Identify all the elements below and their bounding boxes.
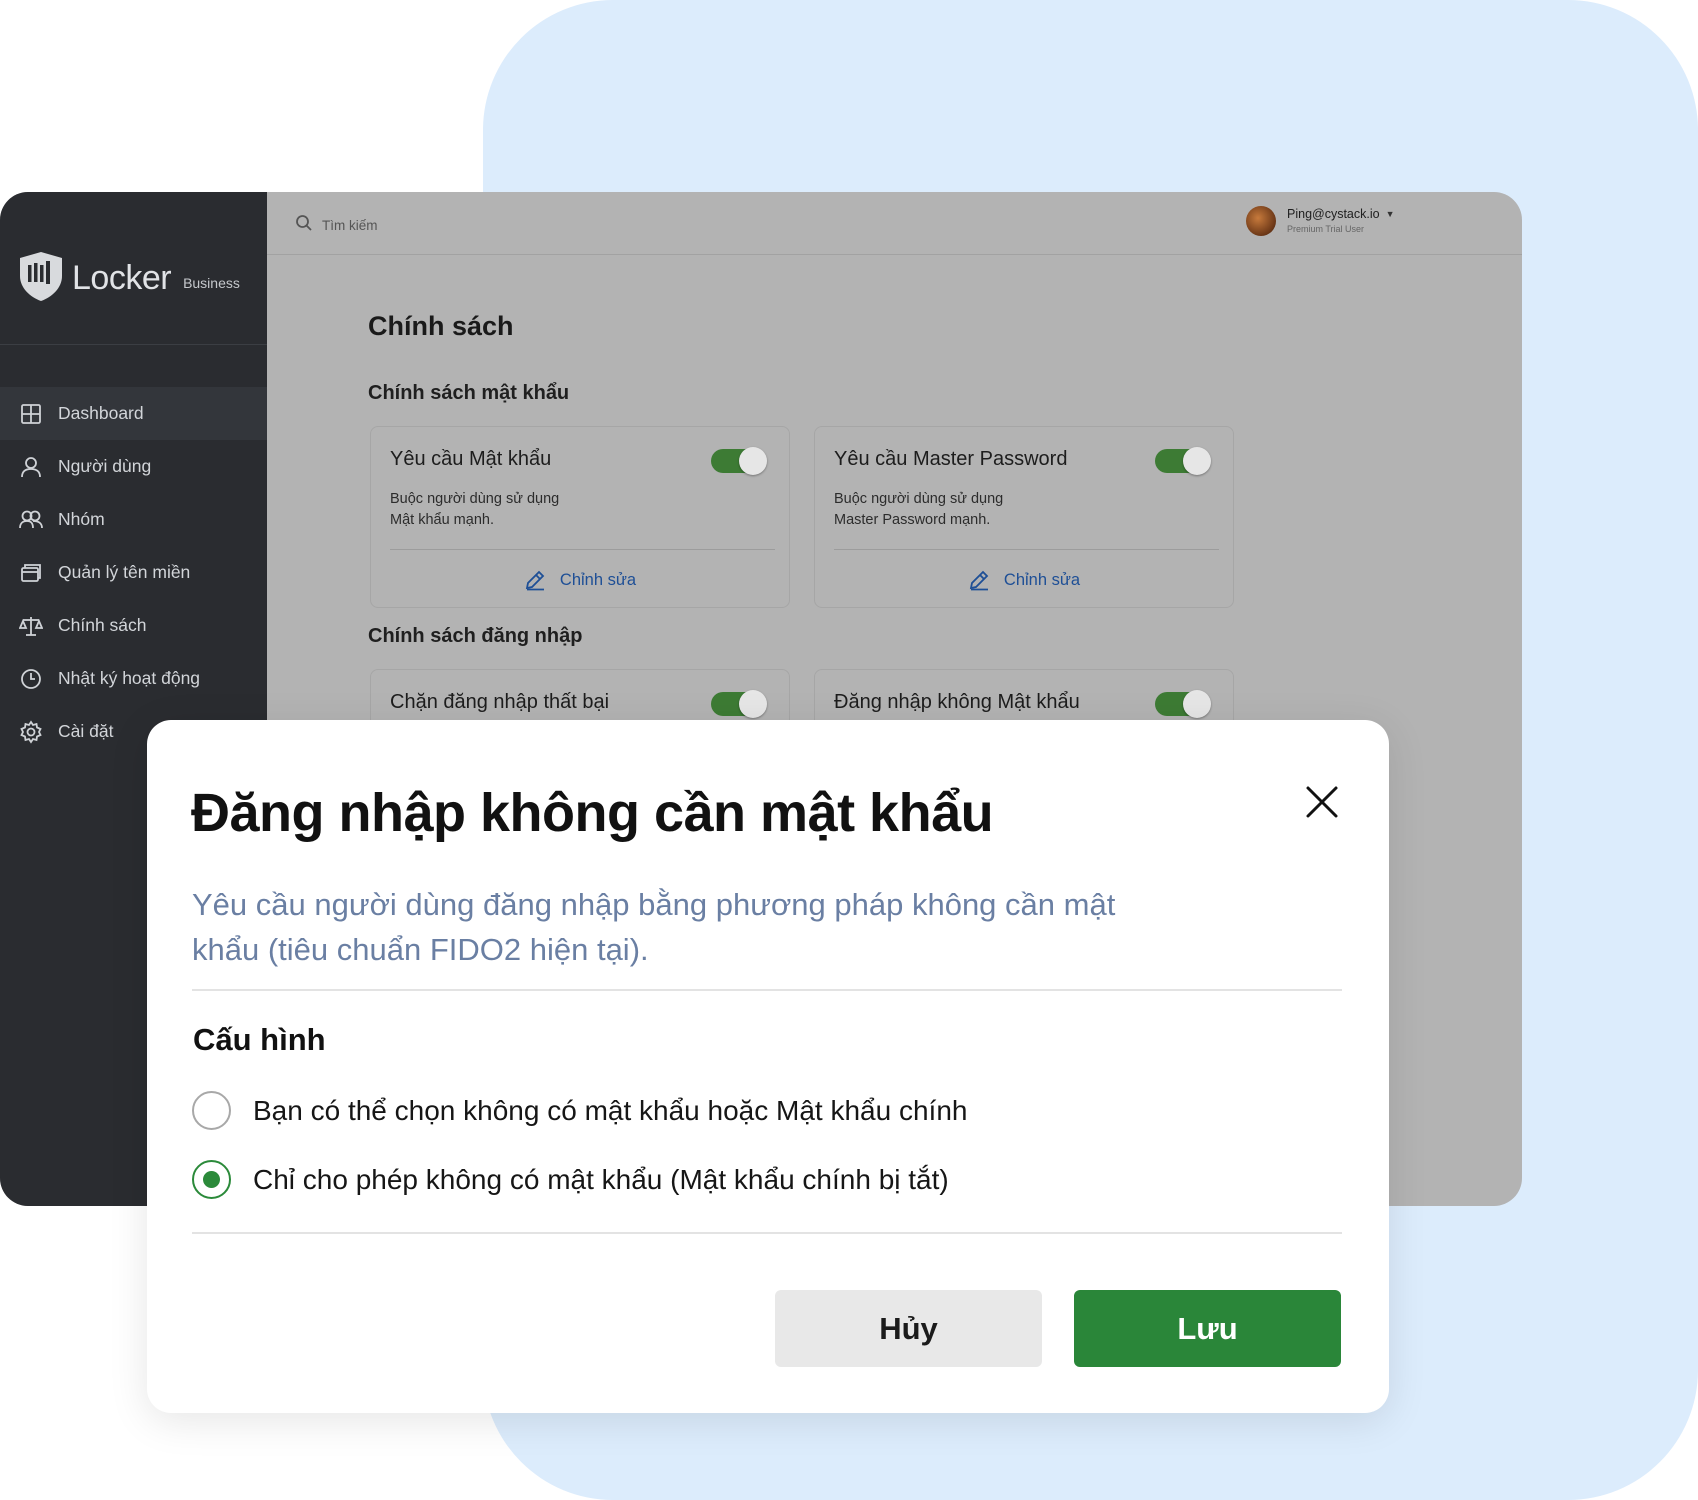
policy-toggle[interactable]: [1155, 447, 1211, 475]
sidebar-item-label: Dashboard: [58, 403, 144, 423]
scale-icon: [19, 614, 43, 638]
card-divider: [834, 549, 1219, 550]
caret-down-icon[interactable]: ▼: [1386, 210, 1395, 219]
card-description: Buộc người dùng sử dụng Master Password …: [834, 489, 1134, 531]
edit-button[interactable]: Chỉnh sửa: [815, 569, 1233, 591]
sidebar-item-activity-log[interactable]: Nhật ký hoạt động: [0, 652, 267, 705]
sidebar-divider: [0, 344, 267, 345]
top-bar: Tìm kiếm Ping@cystack.io ▼ Premium Trial…: [267, 192, 1522, 255]
logo-word: Locker: [72, 259, 172, 297]
user-role: Premium Trial User: [1287, 223, 1365, 234]
clock-icon: [19, 667, 43, 691]
logo[interactable]: Locker Business: [18, 250, 240, 307]
section-title-password: Chính sách mật khẩu: [368, 382, 570, 404]
page-title: Chính sách: [368, 311, 514, 341]
card-divider: [390, 549, 775, 550]
grid-icon: [19, 402, 43, 426]
gear-icon: [19, 719, 43, 744]
user-email: Ping@cystack.io: [1287, 207, 1380, 222]
pencil-icon: [525, 570, 545, 591]
sidebar-item-users[interactable]: Người dùng: [0, 440, 267, 493]
avatar[interactable]: [1246, 206, 1276, 236]
sidebar-item-label: Nhóm: [58, 509, 105, 529]
modal-description: Yêu cầu người dùng đăng nhập bằng phương…: [192, 887, 1116, 967]
modal-divider: [192, 989, 1342, 991]
policy-toggle[interactable]: [1155, 690, 1211, 718]
user-email-row: Ping@cystack.io ▼: [1287, 208, 1395, 221]
close-button[interactable]: [1302, 782, 1342, 822]
shield-logo-icon: [18, 250, 64, 307]
modal-title: Đăng nhập không cần mật khẩu: [191, 783, 994, 843]
option-passwordless-only[interactable]: Chỉ cho phép không có mật khẩu (Mật khẩu…: [192, 1160, 949, 1199]
cancel-button[interactable]: Hủy: [775, 1290, 1042, 1367]
sidebar-item-policies[interactable]: Chính sách: [0, 599, 267, 652]
radio-label: Bạn có thể chọn không có mật khẩu hoặc M…: [253, 1094, 968, 1126]
sidebar-item-label: Người dùng: [58, 456, 152, 476]
modal-divider: [192, 1232, 1342, 1234]
save-button[interactable]: Lưu: [1074, 1290, 1341, 1367]
edit-label: Chỉnh sửa: [1003, 570, 1081, 589]
user-menu[interactable]: Ping@cystack.io ▼ Premium Trial User: [1246, 206, 1395, 236]
sidebar-item-label: Quản lý tên miền: [58, 562, 191, 582]
section-title-login: Chính sách đăng nhập: [368, 625, 583, 647]
policy-card-password: Yêu cầu Mật khẩu Buộc người dùng sử dụng…: [370, 426, 790, 608]
search-input[interactable]: Tìm kiếm: [322, 218, 378, 233]
domain-icon: [19, 561, 43, 585]
card-desc-line: Mật khẩu mạnh.: [390, 512, 494, 528]
card-title: Đăng nhập không Mật khẩu: [834, 691, 1080, 713]
edit-button[interactable]: Chỉnh sửa: [371, 569, 789, 591]
radio-button[interactable]: [192, 1091, 231, 1130]
search-box[interactable]: Tìm kiếm: [295, 214, 378, 237]
toggle-knob: [1183, 447, 1211, 475]
policy-toggle[interactable]: [711, 447, 767, 475]
edit-label: Chỉnh sửa: [559, 570, 637, 589]
sidebar-item-groups[interactable]: Nhóm: [0, 493, 267, 546]
sidebar-nav: Dashboard Người dùng Nhóm Quản lý tên mi…: [0, 387, 267, 758]
card-title: Yêu cầu Master Password: [834, 448, 1068, 470]
group-icon: [19, 508, 43, 532]
radio-dot: [203, 1171, 220, 1188]
user-icon: [19, 455, 43, 479]
sidebar-item-label: Cài đặt: [58, 721, 114, 741]
card-description: Buộc người dùng sử dụng Mật khẩu mạnh.: [390, 489, 690, 531]
sidebar-item-label: Nhật ký hoạt động: [58, 668, 201, 688]
toggle-knob: [1183, 690, 1211, 718]
card-desc-line: Buộc người dùng sử dụng: [390, 491, 560, 507]
card-title: Yêu cầu Mật khẩu: [390, 448, 552, 470]
search-icon: [295, 214, 313, 237]
toggle-knob: [739, 690, 767, 718]
option-passwordless-or-master[interactable]: Bạn có thể chọn không có mật khẩu hoặc M…: [192, 1091, 967, 1130]
policy-toggle[interactable]: [711, 690, 767, 718]
card-title: Chặn đăng nhập thất bại: [390, 691, 610, 713]
config-title: Cấu hình: [193, 1022, 326, 1057]
passwordless-modal: Đăng nhập không cần mật khẩu Yêu cầu ngư…: [147, 720, 1389, 1413]
sidebar-item-dashboard[interactable]: Dashboard: [0, 387, 267, 440]
logo-subtitle: Business: [183, 274, 240, 291]
card-desc-line: Master Password mạnh.: [834, 512, 991, 528]
pencil-icon: [969, 570, 989, 591]
user-info: Ping@cystack.io ▼ Premium Trial User: [1287, 208, 1395, 234]
radio-label: Chỉ cho phép không có mật khẩu (Mật khẩu…: [253, 1163, 949, 1195]
card-desc-line: Buộc người dùng sử dụng: [834, 491, 1004, 507]
toggle-knob: [739, 447, 767, 475]
sidebar-item-label: Chính sách: [58, 615, 147, 635]
policy-card-master-password: Yêu cầu Master Password Buộc người dùng …: [814, 426, 1234, 608]
sidebar-item-domains[interactable]: Quản lý tên miền: [0, 546, 267, 599]
close-icon: [1306, 786, 1338, 818]
radio-button-checked[interactable]: [192, 1160, 231, 1199]
